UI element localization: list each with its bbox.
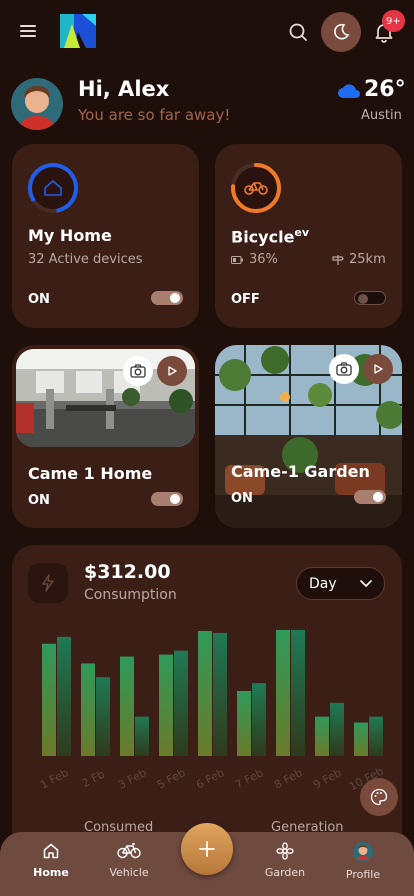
camera-garden-title: Came-1 Garden — [231, 462, 370, 481]
camera-garden-card[interactable]: Came-1 Garden ON — [215, 345, 402, 528]
bicycle-card[interactable]: Bicycleev 36% 25km OFF — [215, 144, 402, 328]
flower-icon — [276, 842, 294, 860]
avatar[interactable] — [11, 78, 63, 130]
plus-icon — [199, 841, 215, 857]
bolt-icon — [28, 563, 68, 603]
play-icon — [168, 366, 177, 376]
camera-icon — [130, 364, 146, 378]
camera-garden-state: ON — [231, 491, 253, 506]
consumption-chart: 1 Feb 2 Fb 3 Feb 5 Feb 6 Feb 7 Feb 8 Feb 9 Feb 1… — [38, 629, 386, 793]
theme-toggle-button[interactable] — [321, 12, 361, 52]
chart-tick-label: 2 Fb — [80, 768, 107, 791]
chart-bar — [159, 654, 173, 756]
chart-bar — [237, 691, 251, 756]
camera-home-card[interactable]: Came 1 Home ON — [12, 345, 199, 528]
notification-badge: 9+ — [382, 10, 405, 32]
chart-tick-label: 8 Feb — [272, 766, 305, 792]
camera-garden-toggle[interactable] — [354, 490, 386, 504]
chart-tick-label: 9 Feb — [311, 766, 344, 792]
home-card[interactable]: My Home 32 Active devices ON — [12, 144, 199, 328]
chart-tick-label: 5 Feb — [155, 766, 188, 792]
bicycle-card-state: OFF — [231, 292, 260, 307]
greeting-title: Hi, Alex — [78, 77, 170, 101]
camera-garden-play-button[interactable] — [363, 354, 393, 384]
consumption-value: $312.00 — [84, 561, 171, 583]
nav-item-garden[interactable]: Garden — [250, 842, 320, 879]
bicycle-icon — [117, 843, 141, 859]
chart-bar — [315, 716, 329, 756]
chart-bar — [291, 629, 305, 756]
chart-tick-label: 7 Feb — [233, 766, 266, 792]
greeting-subtitle: You are so far away! — [78, 106, 231, 124]
temperature: 26° — [364, 77, 406, 102]
chart-bar — [96, 677, 110, 756]
home-card-title: My Home — [28, 226, 112, 245]
home-icon — [43, 843, 59, 859]
period-select[interactable]: Day — [296, 567, 385, 600]
avatar — [353, 842, 373, 862]
home-progress-ring — [27, 162, 79, 218]
chart-tick-label: 3 Feb — [116, 766, 149, 792]
nav-item-vehicle[interactable]: Vehicle — [94, 842, 164, 879]
nav-item-home[interactable]: Home — [16, 842, 86, 879]
camera-home-toggle[interactable] — [151, 492, 183, 506]
moon-icon — [334, 23, 350, 40]
camera-icon — [336, 362, 352, 376]
signpost-icon — [332, 254, 344, 265]
home-card-subtitle: 32 Active devices — [28, 252, 143, 267]
home-card-state: ON — [28, 292, 50, 307]
range-status: 25km — [332, 252, 386, 267]
bicycle-toggle[interactable] — [354, 291, 386, 305]
city-name: Austin — [361, 108, 402, 123]
camera-snapshot-button[interactable] — [123, 356, 153, 386]
chart-bar — [213, 632, 227, 756]
nav-label-garden: Garden — [264, 866, 306, 879]
nav-label-vehicle: Vehicle — [109, 866, 149, 879]
chart-bar — [276, 629, 290, 756]
battery-status: 36% — [231, 252, 278, 267]
home-toggle[interactable] — [151, 291, 183, 305]
chart-tick-label: 6 Feb — [194, 766, 227, 792]
bicycle-progress-ring — [230, 162, 282, 218]
consumption-label: Consumption — [84, 587, 177, 603]
chart-bar — [81, 663, 95, 756]
chart-bar — [369, 716, 383, 756]
chart-bar — [252, 683, 266, 756]
camera-play-button[interactable] — [157, 356, 187, 386]
nav-label-home: Home — [33, 866, 69, 879]
app-logo — [58, 12, 98, 50]
camera-home-state: ON — [28, 493, 50, 508]
chart-bar — [198, 630, 212, 756]
camera-garden-snapshot-button[interactable] — [329, 354, 359, 384]
chart-bar — [135, 716, 149, 756]
chart-bar — [330, 702, 344, 756]
bicycle-card-title: Bicycleev — [231, 226, 310, 247]
chart-tick-label: 1 Feb — [38, 766, 71, 792]
palette-button[interactable] — [360, 778, 398, 816]
play-icon — [374, 364, 383, 374]
add-button[interactable] — [181, 823, 233, 875]
menu-icon[interactable] — [20, 22, 42, 40]
chevron-down-icon — [360, 580, 372, 587]
nav-label-profile: Profile — [345, 868, 381, 881]
chart-bar — [120, 656, 134, 756]
chart-bar — [42, 643, 56, 756]
chart-bar — [354, 722, 368, 756]
period-select-value: Day — [309, 575, 337, 592]
search-icon[interactable] — [286, 20, 310, 44]
chart-bar — [57, 636, 71, 756]
nav-item-profile[interactable]: Profile — [328, 842, 398, 881]
palette-icon — [370, 788, 388, 806]
chart-bar — [174, 650, 188, 756]
battery-icon — [231, 255, 243, 264]
cloud-icon — [337, 81, 361, 99]
camera-home-title: Came 1 Home — [28, 464, 153, 483]
